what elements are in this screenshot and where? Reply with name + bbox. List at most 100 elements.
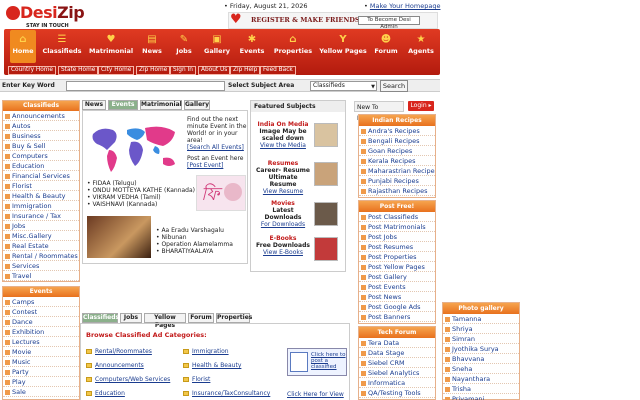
site-logo[interactable]: DesiZip STAY IN TOUCH xyxy=(4,3,90,29)
classified-link-autos[interactable]: Autos xyxy=(3,121,79,131)
bottom-tab-yellow-pages[interactable]: Yellow Pages xyxy=(144,313,186,329)
photo-link-priyamani[interactable]: Priyamani xyxy=(443,394,519,400)
event-item[interactable]: • Aa Eradu Varshagalu xyxy=(156,227,233,234)
recipe-link-andra-s-recipes[interactable]: Andra's Recipes xyxy=(359,126,435,136)
tab-news[interactable]: News xyxy=(82,100,106,110)
classified-link-misc-gallery[interactable]: Misc.Gallery xyxy=(3,231,79,241)
subnav-zip-help[interactable]: Zip Help xyxy=(230,66,261,75)
search-button[interactable]: Search xyxy=(380,80,408,92)
tab-matrimonial[interactable]: Matrimonial xyxy=(140,100,182,110)
photo-link-bhavvana[interactable]: Bhavvana xyxy=(443,354,519,364)
photo-link-simran[interactable]: Simran xyxy=(443,334,519,344)
nav-events[interactable]: ✱ Events xyxy=(237,30,267,63)
featured-image[interactable] xyxy=(314,123,338,147)
classified-link-education[interactable]: Education xyxy=(3,161,79,171)
browse-health-beauty[interactable]: Health & Beauty xyxy=(183,362,241,369)
browse-insurance-taxconsultancy[interactable]: Insurance/TaxConsultancy xyxy=(183,390,270,397)
event-link-movie[interactable]: Movie xyxy=(3,347,79,357)
event-link-sale[interactable]: Sale xyxy=(3,387,79,397)
browse-immigration[interactable]: Immigration xyxy=(183,348,229,355)
featured-link[interactable]: View Resume xyxy=(254,188,312,195)
classified-link-florist[interactable]: Florist xyxy=(3,181,79,191)
event-item[interactable]: • VIKRAM VEDHA (Tamil) xyxy=(87,194,195,201)
nav-yellow-pages[interactable]: Y Yellow Pages xyxy=(318,30,368,63)
classified-link-services[interactable]: Services xyxy=(3,261,79,271)
classified-link-rental-roommates[interactable]: Rental / Roommates xyxy=(3,251,79,261)
recipe-link-punjabi-recipes[interactable]: Punjabi Recipes xyxy=(359,176,435,186)
tech-link-informatica[interactable]: Informatica xyxy=(359,378,435,388)
event-item[interactable]: • Operation Alamelamma xyxy=(156,241,233,248)
recipe-link-kerala-recipes[interactable]: Kerala Recipes xyxy=(359,156,435,166)
recipe-link-bengali-recipes[interactable]: Bengali Recipes xyxy=(359,136,435,146)
subnav-about-us[interactable]: About Us xyxy=(198,66,231,75)
tab-events[interactable]: Events xyxy=(108,100,138,110)
bottom-tab-properties[interactable]: Properties xyxy=(216,313,252,323)
post-link-post-events[interactable]: Post Events xyxy=(359,282,435,292)
event-image-1[interactable]: ফি xyxy=(196,175,246,211)
subnav-state-home[interactable]: State Home xyxy=(58,66,99,75)
classified-link-real-estate[interactable]: Real Estate xyxy=(3,241,79,251)
featured-link[interactable]: View E-Books xyxy=(254,249,312,256)
classified-link-health-beauty[interactable]: Health & Beauty xyxy=(3,191,79,201)
tech-link-siebel-analytics[interactable]: Siebel Analytics xyxy=(359,368,435,378)
event-item[interactable]: • VAISHNAVI (Kannada) xyxy=(87,201,195,208)
tech-link-data-stage[interactable]: Data Stage xyxy=(359,348,435,358)
make-homepage-link[interactable]: • Make Your Homepage xyxy=(364,2,440,10)
browse-rental-roommates[interactable]: Rental/Roommates xyxy=(86,348,152,355)
recipe-link-maharastrian-recipes[interactable]: Maharastrian Recipes xyxy=(359,166,435,176)
event-link-play[interactable]: Play xyxy=(3,377,79,387)
photo-link-sneha[interactable]: Sneha xyxy=(443,364,519,374)
event-link-dance[interactable]: Dance xyxy=(3,317,79,327)
login-button[interactable]: Login ▸ xyxy=(408,101,434,111)
subnav-feed-back[interactable]: Feed Back xyxy=(260,66,296,75)
browse-computers-web-services[interactable]: Computers/Web Services xyxy=(86,376,170,383)
browse-florist[interactable]: Florist xyxy=(183,376,210,383)
nav-properties[interactable]: ⌂ Properties xyxy=(272,30,314,63)
classified-link-insurance-tax[interactable]: Insurance / Tax xyxy=(3,211,79,221)
event-link-camps[interactable]: Camps xyxy=(3,297,79,307)
recipe-link-goan-recipes[interactable]: Goan Recipes xyxy=(359,146,435,156)
classified-link-buy-sell[interactable]: Buy & Sell xyxy=(3,141,79,151)
classified-link-immigration[interactable]: Immigration xyxy=(3,201,79,211)
bottom-tab-jobs[interactable]: Jobs xyxy=(120,313,142,323)
photo-link-jyothika-surya[interactable]: Jyothika Surya xyxy=(443,344,519,354)
subject-area-select[interactable]: Classifieds ▼ xyxy=(310,81,377,91)
featured-image[interactable] xyxy=(314,162,338,186)
bottom-tab-forum[interactable]: Forum xyxy=(188,313,214,323)
event-item[interactable]: • Nibunan xyxy=(156,234,233,241)
post-link-post-resumes[interactable]: Post Resumes xyxy=(359,242,435,252)
classified-link-business[interactable]: Business xyxy=(3,131,79,141)
post-link-post-gallery[interactable]: Post Gallery xyxy=(359,272,435,282)
nav-matrimonial[interactable]: ♥ Matrimonial xyxy=(89,30,133,63)
register-link[interactable]: REGISTER & MAKE FRIENDS xyxy=(251,16,360,24)
featured-link[interactable]: View the Media xyxy=(254,142,312,149)
featured-image[interactable] xyxy=(314,237,338,261)
bottom-tab-classifieds[interactable]: Classifieds xyxy=(82,313,119,323)
event-item[interactable]: • FIDAA (Telugu) xyxy=(87,180,195,187)
event-link-contest[interactable]: Contest xyxy=(3,307,79,317)
post-link-post-banners[interactable]: Post Banners xyxy=(359,312,435,322)
post-link-post-jobs[interactable]: Post Jobs xyxy=(359,232,435,242)
photo-link-shriya[interactable]: Shriya xyxy=(443,324,519,334)
nav-jobs[interactable]: ✎ Jobs xyxy=(170,30,198,63)
subnav-sign-in[interactable]: Sign In xyxy=(170,66,196,75)
photo-link-nayanthara[interactable]: Nayanthara xyxy=(443,374,519,384)
classified-link-jobs[interactable]: Jobs xyxy=(3,221,79,231)
post-link-post-matrimonials[interactable]: Post Matrimonials xyxy=(359,222,435,232)
event-link-lectures[interactable]: Lectures xyxy=(3,337,79,347)
post-link-post-properties[interactable]: Post Properties xyxy=(359,252,435,262)
photo-link-tamanna[interactable]: Tamanna xyxy=(443,314,519,324)
recipe-link-rajasthan-recipes[interactable]: Rajasthan Recipes xyxy=(359,186,435,196)
classified-link-announcements[interactable]: Announcements xyxy=(3,111,79,121)
subnav-city-home[interactable]: City Home xyxy=(98,66,135,75)
nav-agents[interactable]: ★ Agents xyxy=(404,30,438,63)
post-link-post-classifieds[interactable]: Post Classifieds xyxy=(359,212,435,222)
nav-gallery[interactable]: ▣ Gallery xyxy=(202,30,232,63)
featured-image[interactable] xyxy=(314,202,338,226)
become-admin-button[interactable]: To Become Desi Admin xyxy=(358,16,420,30)
nav-classifieds[interactable]: ☰ Classifieds xyxy=(40,30,84,63)
click-here-view-link[interactable]: Click Here for View xyxy=(287,391,344,398)
post-link-post-yellow-pages[interactable]: Post Yellow Pages xyxy=(359,262,435,272)
classified-link-financial-services[interactable]: Financial Services xyxy=(3,171,79,181)
search-all-events-link[interactable]: [Search All Events] xyxy=(187,144,247,151)
